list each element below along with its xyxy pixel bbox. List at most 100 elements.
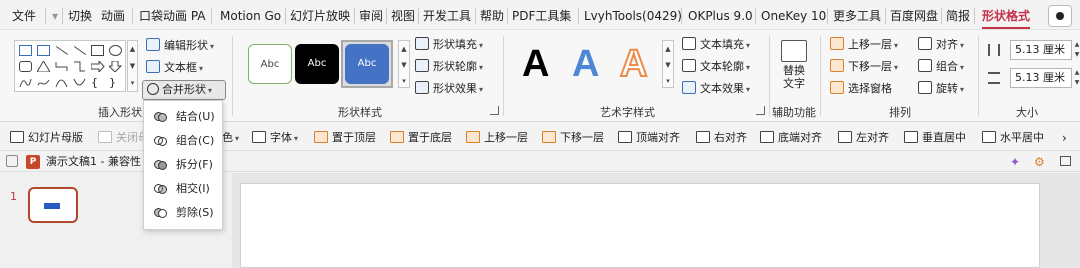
tab-view[interactable]: 视图 <box>391 6 415 26</box>
align-left-button[interactable]: 左对齐 <box>838 129 889 147</box>
wordart-styles-launcher-icon[interactable] <box>756 106 765 115</box>
shape-width-input[interactable]: 5.13 厘米 <box>1010 68 1072 88</box>
document-menu-icon[interactable] <box>6 155 18 167</box>
tab-animations[interactable]: 动画 <box>101 6 125 26</box>
document-tab-title[interactable]: 演示文稿1 - 兼容性 <box>46 154 141 170</box>
sparkle-icon[interactable]: ✦ <box>1010 154 1020 170</box>
tab-motion-go[interactable]: Motion Go <box>220 6 281 26</box>
menu-item-union[interactable]: 结合(U) <box>144 105 222 129</box>
shape-height-input[interactable]: 5.13 厘米 <box>1010 40 1072 60</box>
tab-pocket-animation[interactable]: 口袋动画 PA <box>139 6 206 26</box>
rectangle-shape-icon[interactable] <box>91 45 104 56</box>
rounded-rectangle-shape-icon[interactable] <box>19 61 32 72</box>
align-top-button[interactable]: 顶端对齐 <box>618 129 680 147</box>
tab-briefing[interactable]: 简报 <box>946 6 970 26</box>
tab-okplus[interactable]: OKPlus 9.0 <box>688 6 753 26</box>
edit-shape-button[interactable]: 编辑形状 ▾ <box>146 37 214 55</box>
wordart-style-blue[interactable]: A <box>572 44 599 84</box>
wordart-style-orange[interactable]: A <box>619 43 648 85</box>
text-box-shape-icon[interactable] <box>19 45 32 56</box>
selection-pane-button[interactable]: 选择窗格 <box>830 80 892 98</box>
bring-to-front-button[interactable]: 置于顶层 <box>314 129 376 147</box>
tab-help[interactable]: 帮助 <box>480 6 504 26</box>
tab-file[interactable]: 文件 <box>12 6 36 26</box>
arc-shape-icon[interactable] <box>55 77 68 88</box>
color-button[interactable]: 色 ▾ <box>222 129 239 147</box>
wordart-styles-scroll[interactable]: ▲ ▼ ▾ <box>662 40 674 88</box>
shapes-gallery-scroll[interactable]: ▲ ▼ ▾ <box>127 40 138 92</box>
scribble-shape-icon[interactable] <box>37 77 50 88</box>
bring-forward-button[interactable]: 上移一层 ▾ <box>830 36 898 54</box>
menu-item-fragment[interactable]: 拆分(F) <box>144 153 222 177</box>
close-master-button[interactable]: 关闭母 <box>98 129 149 147</box>
right-brace-shape-icon[interactable]: } <box>109 77 122 88</box>
curved-connector-shape-icon[interactable] <box>73 61 86 72</box>
menu-item-subtract[interactable]: 剪除(S) <box>144 201 222 225</box>
tab-developer[interactable]: 开发工具 <box>423 6 471 26</box>
down-arrow-shape-icon[interactable] <box>107 60 123 73</box>
tab-baidu-netdisk[interactable]: 百度网盘 <box>890 6 938 26</box>
menu-item-intersect[interactable]: 相交(I) <box>144 177 222 201</box>
record-button[interactable] <box>1048 5 1072 27</box>
shape-fill-button[interactable]: 形状填充 ▾ <box>415 36 483 54</box>
vertical-text-box-shape-icon[interactable] <box>37 45 50 56</box>
text-outline-button[interactable]: 文本轮廓 ▾ <box>682 58 750 76</box>
shape-effects-button[interactable]: 形状效果 ▾ <box>415 80 483 98</box>
oval-shape-icon[interactable] <box>109 45 122 56</box>
shape-width-spinner[interactable]: ▲ ▼ <box>1072 68 1080 88</box>
shapes-gallery[interactable]: { } <box>14 40 126 92</box>
align-right-button[interactable]: 右对齐 <box>696 129 747 147</box>
wordart-style-black[interactable]: A <box>522 44 549 84</box>
slide-master-button[interactable]: 幻灯片母版 <box>10 129 83 147</box>
tab-separator <box>941 8 942 24</box>
union-icon <box>154 111 168 123</box>
tab-shape-format[interactable]: 形状格式 <box>982 6 1031 29</box>
shape-style-blue[interactable]: Abc <box>345 44 389 84</box>
tab-separator <box>885 8 886 24</box>
arrow-shape-icon[interactable] <box>73 46 87 55</box>
rotate-button[interactable]: 旋转 ▾ <box>918 80 964 98</box>
menu-item-combine[interactable]: 组合(C) <box>144 129 222 153</box>
shape-styles-scroll[interactable]: ▲ ▼ ▾ <box>398 40 410 88</box>
freeform-shape-icon[interactable] <box>19 77 32 88</box>
text-box-button[interactable]: 文本框 ▾ <box>146 59 203 77</box>
move-down-layer-button[interactable]: 下移一层 <box>542 129 604 147</box>
align-middle-button[interactable]: 垂直居中 <box>904 129 966 147</box>
slide-thumbnail[interactable] <box>28 187 78 223</box>
elbow-connector-shape-icon[interactable] <box>55 61 68 72</box>
shape-style-white[interactable]: Abc <box>248 44 292 84</box>
tab-pdf-tools[interactable]: PDF工具集 <box>512 6 571 26</box>
tab-lvyhtools[interactable]: LvyhTools(0429) <box>584 6 682 26</box>
shape-outline-button[interactable]: 形状轮廓 ▾ <box>415 58 483 76</box>
curve-shape-icon[interactable] <box>73 77 86 88</box>
send-backward-button[interactable]: 下移一层 ▾ <box>830 58 898 76</box>
settings-gear-icon[interactable]: ⚙ <box>1034 154 1045 170</box>
font-button[interactable]: 字体 ▾ <box>252 129 298 147</box>
shape-styles-launcher-icon[interactable] <box>490 106 499 115</box>
triangle-shape-icon[interactable] <box>36 60 51 73</box>
send-to-back-button[interactable]: 置于底层 <box>390 129 452 147</box>
group-button[interactable]: 组合 ▾ <box>918 58 964 76</box>
left-brace-shape-icon[interactable]: { <box>91 77 104 88</box>
tab-transitions[interactable]: 切换 <box>68 6 92 26</box>
text-fill-button[interactable]: 文本填充 ▾ <box>682 36 750 54</box>
line-shape-icon[interactable] <box>55 46 69 55</box>
align-bottom-button[interactable]: 底端对齐 <box>760 129 822 147</box>
shape-height-spinner[interactable]: ▲ ▼ <box>1072 40 1080 60</box>
align-button[interactable]: 对齐 ▾ <box>918 36 964 54</box>
move-up-layer-button[interactable]: 上移一层 <box>466 129 528 147</box>
alt-text-button[interactable]: 替换文字 <box>776 40 812 90</box>
right-arrow-shape-icon[interactable] <box>90 59 105 74</box>
align-bottom-icon <box>760 131 774 143</box>
tab-more-tools[interactable]: 更多工具 <box>833 6 881 26</box>
more-chevron-icon[interactable]: › <box>1062 129 1067 147</box>
tab-slideshow[interactable]: 幻灯片放映 <box>290 6 350 26</box>
shape-style-black[interactable]: Abc <box>295 44 339 84</box>
slide-canvas[interactable] <box>240 183 1040 268</box>
align-center-button[interactable]: 水平居中 <box>982 129 1044 147</box>
text-effects-button[interactable]: 文本效果 ▾ <box>682 80 750 98</box>
tab-onekey[interactable]: OneKey 10 <box>761 6 826 26</box>
restore-window-icon[interactable] <box>1060 156 1071 166</box>
merge-shapes-button[interactable]: 合并形状 ▾ <box>142 80 226 100</box>
tab-review[interactable]: 审阅 <box>359 6 383 26</box>
